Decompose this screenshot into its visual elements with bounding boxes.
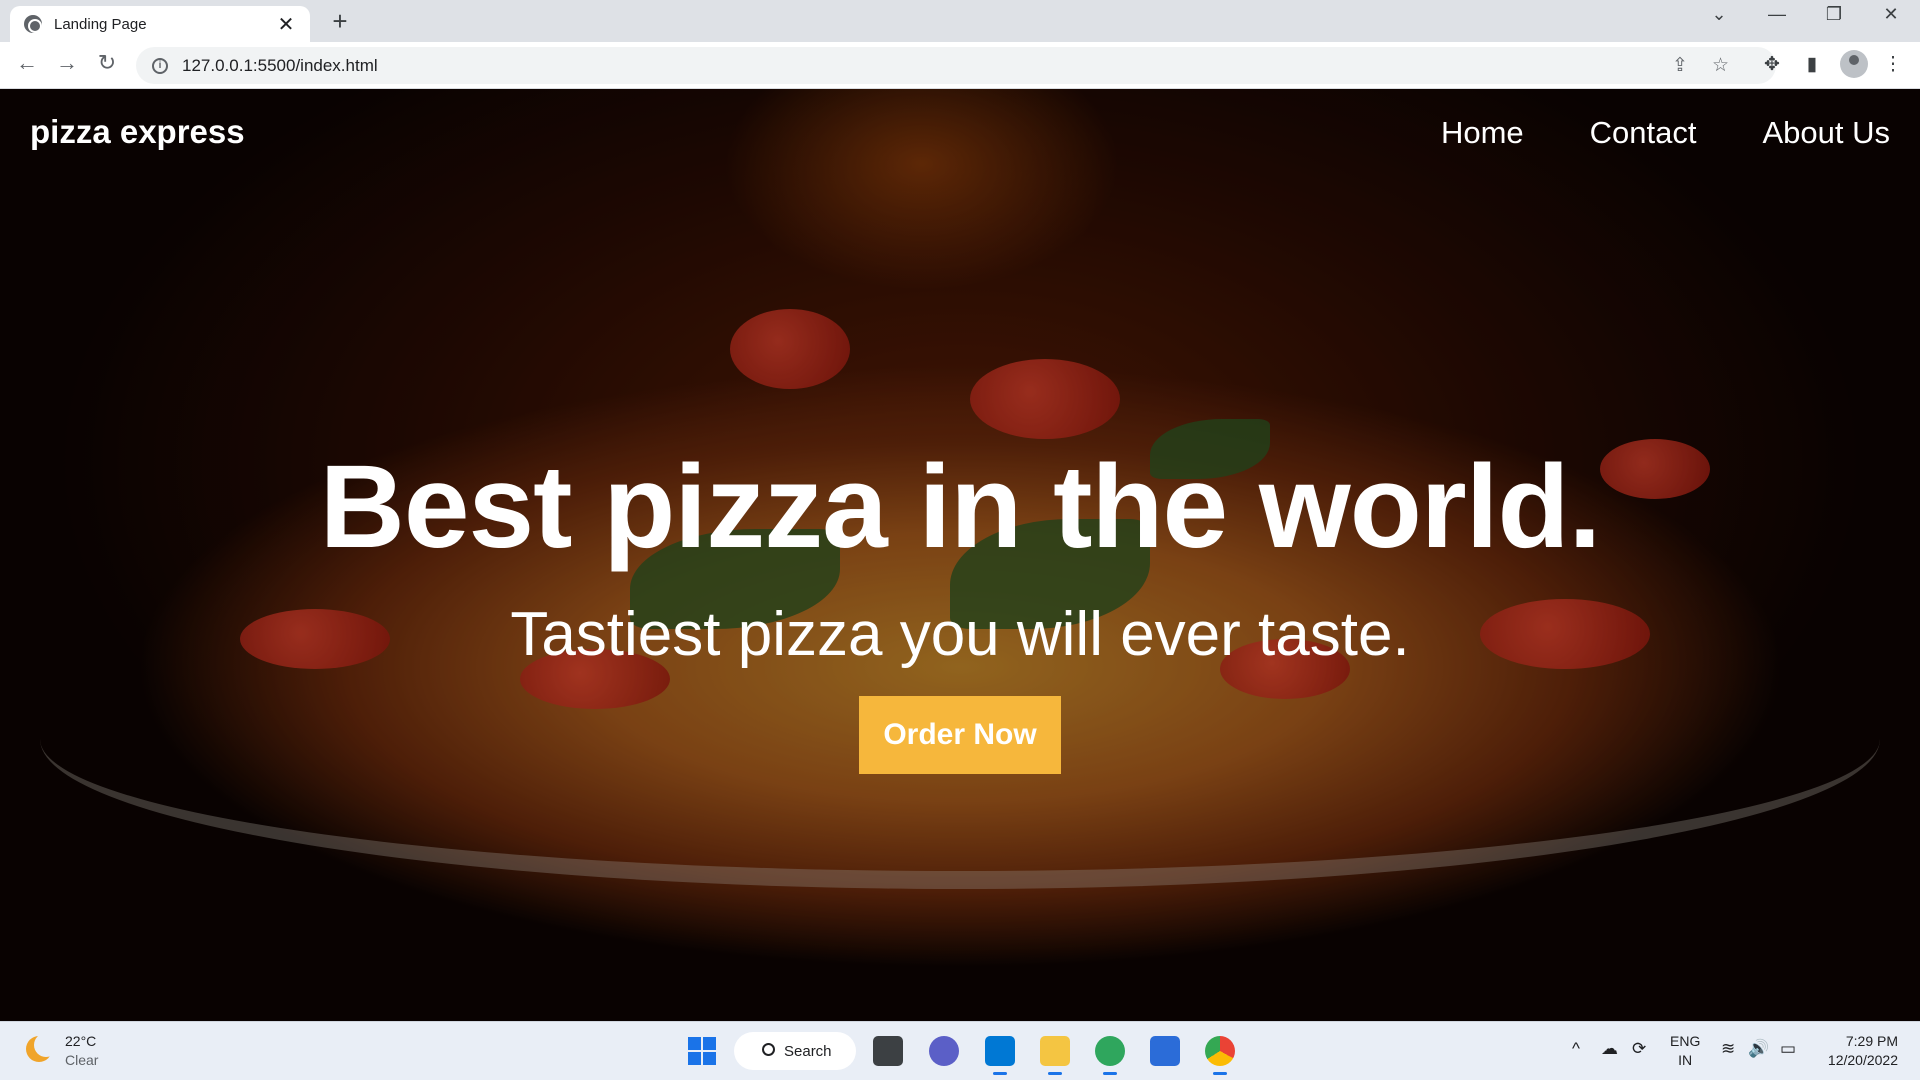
search-label: Search xyxy=(784,1042,832,1060)
sync-icon[interactable]: ⟳ xyxy=(1632,1039,1646,1059)
order-now-button[interactable]: Order Now xyxy=(859,696,1061,774)
browser-toolbar: ← → ↻ i 127.0.0.1:5500/index.html ⇪ ☆ ✥ … xyxy=(0,42,1920,89)
file-explorer-icon[interactable] xyxy=(1040,1036,1070,1075)
brand-logo[interactable]: pizza express xyxy=(30,113,245,151)
weather-condition: Clear xyxy=(65,1052,99,1068)
taskbar-search[interactable]: Search xyxy=(734,1032,856,1070)
lang-top: ENG xyxy=(1670,1033,1701,1049)
start-button[interactable] xyxy=(688,1037,716,1065)
minimize-button[interactable]: — xyxy=(1762,4,1792,25)
tab-strip: Landing Page ✕ + ⌄ — ❐ ✕ xyxy=(0,0,1920,42)
search-icon xyxy=(762,1043,775,1056)
forward-icon[interactable]: → xyxy=(52,50,82,76)
url-text: 127.0.0.1:5500/index.html xyxy=(182,55,378,75)
tab-title: Landing Page xyxy=(54,15,147,33)
battery-icon[interactable]: ▭ xyxy=(1780,1039,1796,1059)
tab-search-icon[interactable]: ⌄ xyxy=(1704,4,1734,25)
language-indicator[interactable]: ENG IN xyxy=(1670,1032,1700,1070)
hero-headline: Best pizza in the world. xyxy=(319,441,1602,573)
close-window-button[interactable]: ✕ xyxy=(1876,4,1906,25)
tray-overflow-icon[interactable]: ^ xyxy=(1572,1039,1580,1059)
new-tab-button[interactable]: + xyxy=(326,6,354,37)
clock-date: 12/20/2022 xyxy=(1827,1052,1898,1068)
moon-weather-icon[interactable] xyxy=(26,1033,58,1062)
weather-temp: 22°C xyxy=(65,1033,97,1049)
restore-button[interactable]: ❐ xyxy=(1819,4,1849,25)
wifi-icon[interactable]: ≋ xyxy=(1721,1039,1735,1059)
tomato-decoration xyxy=(730,309,850,389)
chrome-icon[interactable] xyxy=(1205,1036,1235,1075)
landing-page: pizza express Home Contact About Us Best… xyxy=(0,89,1920,1021)
weather-widget[interactable]: 22°C Clear xyxy=(65,1032,98,1070)
tomato-decoration xyxy=(970,359,1120,439)
store-icon[interactable] xyxy=(1150,1036,1180,1066)
site-info-icon[interactable]: i xyxy=(152,57,168,74)
clock-time: 7:29 PM xyxy=(1845,1033,1898,1049)
volume-icon[interactable]: 🔊 xyxy=(1748,1039,1769,1059)
share-icon[interactable]: ⇪ xyxy=(1672,54,1688,77)
taskbar: 22°C Clear Search ^ ☁ ⟳ ENG IN ≋ 🔊 ▭ 7:2… xyxy=(0,1021,1920,1080)
close-tab-icon[interactable]: ✕ xyxy=(276,12,296,37)
bookmark-star-icon[interactable]: ☆ xyxy=(1712,54,1729,77)
teams-chat-icon[interactable] xyxy=(929,1036,959,1066)
nav-home[interactable]: Home xyxy=(1441,115,1524,151)
back-icon[interactable]: ← xyxy=(12,50,42,76)
extensions-icon[interactable]: ✥ xyxy=(1759,53,1785,76)
edge-icon[interactable] xyxy=(1095,1036,1125,1075)
globe-icon xyxy=(24,15,42,33)
lang-bottom: IN xyxy=(1678,1052,1693,1068)
task-view-icon[interactable] xyxy=(873,1036,903,1066)
onedrive-cloud-icon[interactable]: ☁ xyxy=(1601,1039,1618,1059)
nav-about-us[interactable]: About Us xyxy=(1762,115,1890,151)
side-panel-icon[interactable]: ▮ xyxy=(1799,53,1825,76)
nav-contact[interactable]: Contact xyxy=(1590,115,1697,151)
clock[interactable]: 7:29 PM 12/20/2022 xyxy=(1818,1032,1898,1070)
main-nav: Home Contact About Us xyxy=(1441,115,1890,151)
reload-icon[interactable]: ↻ xyxy=(92,50,122,76)
address-bar[interactable]: i 127.0.0.1:5500/index.html ⇪ ☆ xyxy=(136,47,1776,84)
tab-landing-page[interactable]: Landing Page ✕ xyxy=(10,6,310,42)
hero-subheadline: Tastiest pizza you will ever taste. xyxy=(510,600,1410,669)
browser-menu-icon[interactable]: ⋮ xyxy=(1880,53,1906,76)
profile-avatar[interactable] xyxy=(1840,50,1868,78)
vscode-icon[interactable] xyxy=(985,1036,1015,1075)
